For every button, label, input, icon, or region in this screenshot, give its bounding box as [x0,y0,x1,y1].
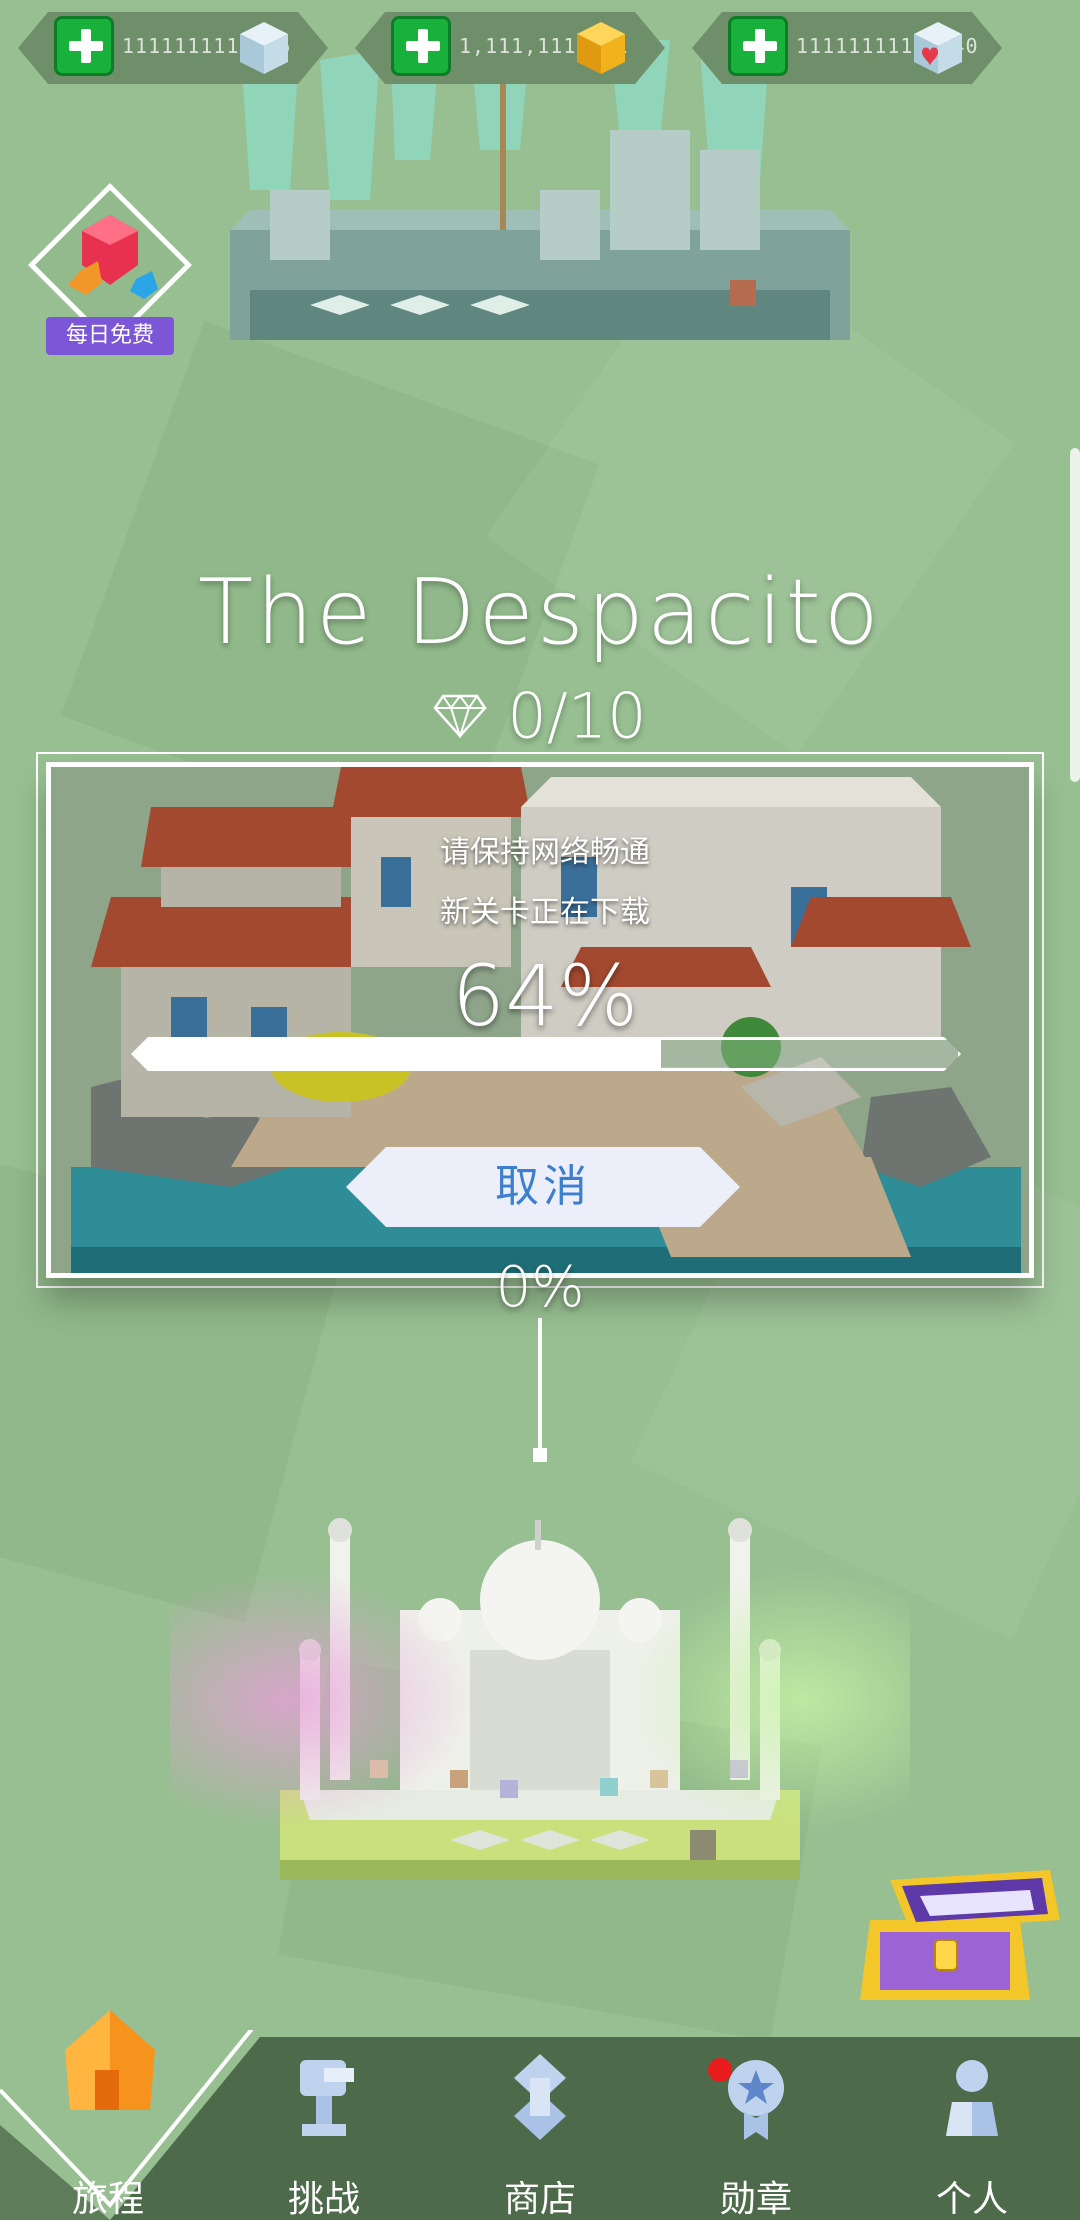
nav-item-shop[interactable]: 商店 [432,2030,648,2220]
trophy-icon [300,2060,354,2136]
top-level-diorama[interactable] [230,40,850,360]
download-progress-fill [134,1040,661,1068]
shop-icon [514,2054,566,2140]
nav-label-challenge: 挑战 [287,2179,360,2220]
daily-free-label: 每日免费 [46,317,174,355]
nav-item-challenge[interactable]: 挑战 [216,2030,432,2220]
nav-item-medals[interactable]: 勋章 [648,2030,864,2220]
download-percent: 64% [451,947,639,1045]
level-card[interactable]: 请保持网络畅通 新关卡正在下载 64% 取消 [46,762,1034,1278]
nav-label-medals: 勋章 [719,2179,792,2220]
next-level-percent: 0% [495,1255,585,1320]
path-connector [538,1318,542,1448]
gem-progress: 0/10 [0,675,1080,753]
add-icon[interactable] [54,16,114,76]
profile-icon [946,2060,998,2136]
next-level-diorama[interactable] [170,1490,910,1910]
path-node [533,1448,547,1462]
add-icon[interactable] [391,16,451,76]
daily-free-gift-button[interactable]: 每日免费 [20,182,200,365]
ice-cube-icon [234,18,294,78]
home-icon [65,2010,155,2110]
notification-dot [708,2058,732,2082]
bottom-navigation: 旅程 挑战 商店 勋章 个人 [0,2010,1080,2220]
gold-cube-icon [571,18,631,78]
resource-gold[interactable]: 1,111,111,111 [355,12,665,84]
resource-hearts[interactable]: 11111111111/40 [692,12,1002,84]
add-icon[interactable] [728,16,788,76]
nav-label-shop: 商店 [503,2179,576,2220]
level-title: The Despacito [198,560,882,665]
nav-item-journey[interactable]: 旅程 [0,2010,216,2220]
network-message: 请保持网络畅通 [440,835,650,870]
heart-cube-icon [908,18,968,78]
gem-count: 0/10 [507,679,647,753]
diamond-icon [433,694,487,738]
cancel-button[interactable]: 取消 [346,1147,740,1227]
resource-ice[interactable]: 1111111111/15 [18,12,328,84]
nav-label-profile: 个人 [935,2179,1008,2220]
downloading-message: 新关卡正在下载 [440,895,650,930]
treasure-chest-icon[interactable] [850,1860,1070,2010]
nav-label-journey: 旅程 [71,2179,144,2220]
gems-icon [68,215,158,299]
download-progress-bar [131,1037,961,1071]
nav-item-profile[interactable]: 个人 [864,2030,1080,2220]
